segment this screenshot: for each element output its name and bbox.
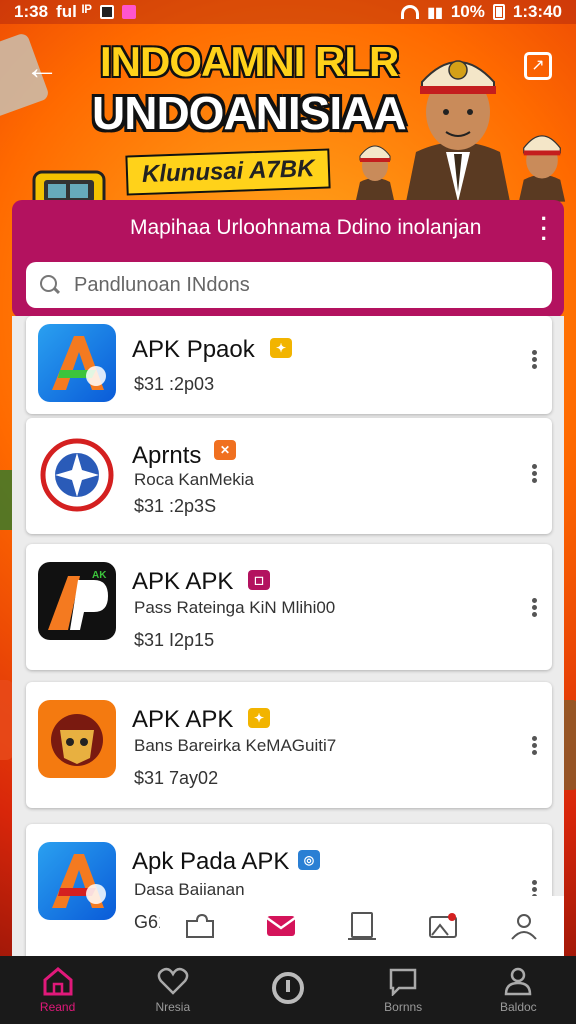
- status-bar: 1:38 ful ᴵᴾ ▮▮ 10% 1:3:40: [0, 0, 576, 24]
- app-name: Apk Pada APK: [132, 848, 290, 875]
- verified-badge-icon: ✕: [214, 440, 236, 460]
- chat-icon: [389, 968, 417, 996]
- nav-label: Baldoc: [499, 1000, 537, 1014]
- carrier-text: ful ᴵᴾ: [56, 2, 92, 21]
- app-price: $31 :2p3S: [134, 496, 217, 516]
- person-illustration: [518, 135, 566, 202]
- app-logo-icon: [38, 324, 116, 402]
- user-icon[interactable]: [507, 911, 541, 941]
- app-logo-icon: [38, 700, 116, 778]
- nav-label: Nresia: [155, 1000, 191, 1014]
- app-list-item[interactable]: AK APK APK ◻ Pass Rateinga KiN Mlihi00 $…: [26, 544, 552, 670]
- mail-icon[interactable]: [264, 911, 298, 941]
- nav-label: Reand: [39, 1000, 76, 1014]
- verified-badge-icon: ◻: [248, 570, 270, 590]
- more-vertical-icon[interactable]: [526, 348, 542, 371]
- home-icon: [43, 967, 73, 996]
- search-bar[interactable]: [26, 262, 552, 308]
- clock-left: 1:38: [14, 2, 49, 21]
- puzzle-icon[interactable]: [183, 911, 217, 941]
- app-price: $31 I2p15: [134, 630, 215, 650]
- banner-title-line1: INDOAMNI RLR: [100, 38, 399, 85]
- verified-badge-icon: ✦: [270, 338, 292, 358]
- search-icon: [40, 275, 60, 295]
- notification-icon: [121, 5, 136, 19]
- app-logo-icon: AK: [38, 562, 116, 640]
- gallery-icon[interactable]: [426, 911, 460, 941]
- back-arrow-icon[interactable]: ←: [24, 50, 60, 86]
- nav-item-messages[interactable]: Bornns: [353, 966, 453, 1014]
- nav-label: Bornns: [384, 1000, 423, 1014]
- store-header: Mapihaa Urloohnama Ddino inolanjan · · ·: [12, 200, 564, 318]
- app-list-item[interactable]: APK APK ✦ Bans Bareirka KeMAGuiti7 $31 7…: [26, 682, 552, 808]
- hero-banner: ← ↗ INDOAMNI RLR UNDOANISIAA Klunusai A7…: [0, 24, 576, 246]
- app-developer: Pass Rateinga KiN Mlihi00: [134, 598, 336, 617]
- app-list: APK Ppaok ✦ $31 :2p03 Aprnts ✕ Roca KanM…: [12, 316, 564, 956]
- nav-item-home[interactable]: Reand: [8, 966, 108, 1014]
- nav-item-favorites[interactable]: Nresia: [123, 966, 223, 1014]
- verified-badge-icon: ✦: [248, 708, 270, 728]
- signal-icon: ▮▮: [427, 3, 443, 20]
- app-list-item[interactable]: Aprnts ✕ Roca KanMekia $31 :2p3S: [26, 418, 552, 534]
- more-vertical-icon[interactable]: · · ·: [541, 208, 548, 250]
- more-vertical-icon[interactable]: [526, 734, 542, 757]
- bottom-navigation: Reand Nresia Bornns Baldoc: [0, 956, 576, 1024]
- heart-icon: [157, 967, 189, 995]
- verified-badge-icon: ◎: [298, 850, 320, 870]
- share-icon[interactable]: ↗: [524, 52, 552, 80]
- app-logo-icon: [38, 436, 116, 514]
- app-name: APK APK: [132, 568, 234, 595]
- banner-subtitle: Klunusai A7BK: [125, 148, 332, 196]
- app-price: $31 7ay02: [134, 768, 219, 788]
- search-input[interactable]: [74, 273, 514, 297]
- app-price: $31 :2p03: [134, 374, 215, 394]
- clock-right: 1:3:40: [512, 2, 562, 21]
- notification-icon: [99, 5, 114, 19]
- wifi-icon: [401, 5, 420, 19]
- app-developer: Roca KanMekia: [134, 470, 255, 489]
- app-name: Aprnts: [132, 442, 202, 469]
- app-name: APK APK: [132, 706, 234, 733]
- svg-text:AK: AK: [92, 570, 107, 581]
- app-list-item[interactable]: APK Ppaok ✦ $31 :2p03: [26, 316, 552, 414]
- more-vertical-icon[interactable]: [526, 596, 542, 619]
- nav-item-record[interactable]: [238, 971, 338, 1009]
- app-logo-icon: [38, 842, 116, 920]
- inner-tab-bar: [160, 896, 564, 956]
- person-illustration: [406, 60, 510, 202]
- more-vertical-icon[interactable]: [526, 462, 542, 485]
- battery-percent: 10%: [450, 2, 485, 21]
- battery-icon: [492, 4, 505, 20]
- person-illustration: [356, 145, 394, 200]
- app-developer: Bans Bareirka KeMAGuiti7: [134, 736, 337, 755]
- tablet-icon[interactable]: [345, 911, 379, 941]
- nav-item-profile[interactable]: Baldoc: [468, 966, 568, 1014]
- app-name: APK Ppaok: [132, 336, 255, 363]
- store-title: Mapihaa Urloohnama Ddino inolanjan: [130, 216, 482, 239]
- profile-icon: [505, 967, 532, 996]
- record-icon: [271, 972, 304, 1004]
